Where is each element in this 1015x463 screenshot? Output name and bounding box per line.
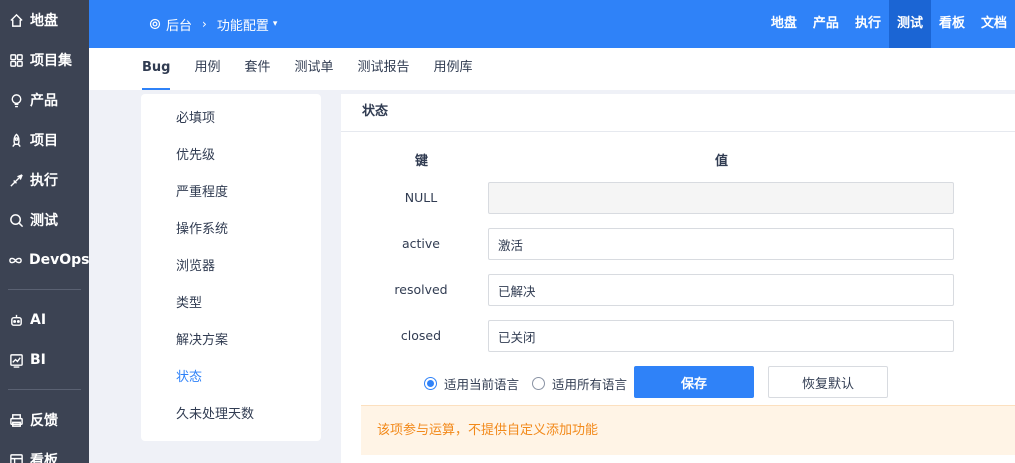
lightbulb-icon (8, 92, 24, 108)
nav-item-devops[interactable]: DevOps (0, 240, 90, 280)
nav-group-main: 地盘 项目集 产品 项目 执行 测试 DevOps (0, 0, 90, 280)
side-item-severity[interactable]: 严重程度 (141, 174, 321, 211)
save-button[interactable]: 保存 (634, 366, 754, 398)
topnav-item-execution[interactable]: 执行 (847, 0, 889, 48)
nav-group-ai: AI BI (0, 300, 89, 380)
infinity-icon (8, 252, 23, 268)
nav-item-label: 项目 (30, 133, 58, 149)
nav-group-misc: 反馈 看板 (0, 400, 89, 463)
breadcrumb-current[interactable]: 功能配置 (217, 15, 269, 34)
nav-item-project[interactable]: 项目 (0, 120, 89, 160)
nav-item-label: BI (30, 352, 46, 368)
breadcrumb-separator: › (202, 17, 207, 31)
nav-item-label: 测试 (30, 213, 58, 229)
table-row: NULL (341, 182, 1015, 216)
rocket-icon (8, 132, 24, 148)
radio-current-language[interactable]: 适用当前语言 (424, 374, 519, 393)
nav-item-feedback[interactable]: 反馈 (0, 400, 89, 440)
table-row: closed (341, 320, 1015, 354)
radio-label: 适用所有语言 (552, 377, 628, 392)
nav-item-label: 反馈 (30, 413, 58, 429)
radio-checked-icon (424, 377, 437, 390)
tab-suite[interactable]: 套件 (245, 48, 271, 90)
config-side-menu: 必填项 优先级 严重程度 操作系统 浏览器 类型 解决方案 状态 久未处理天数 (141, 94, 321, 441)
side-item-status[interactable]: 状态 (141, 359, 321, 396)
tab-bug[interactable]: Bug (142, 48, 171, 90)
topnav-item-kanban[interactable]: 看板 (931, 0, 973, 48)
grid-icon (8, 52, 24, 68)
side-item-priority[interactable]: 优先级 (141, 137, 321, 174)
nav-item-execution[interactable]: 执行 (0, 160, 89, 200)
nav-item-programs[interactable]: 项目集 (0, 40, 89, 80)
side-item-browser[interactable]: 浏览器 (141, 248, 321, 285)
row-value-input[interactable] (488, 274, 954, 306)
board-icon (8, 452, 24, 463)
robot-icon (8, 312, 24, 328)
row-key: closed (400, 328, 442, 343)
top-nav: 地盘 产品 执行 测试 看板 文档 (763, 0, 1015, 48)
nav-item-label: 产品 (30, 93, 58, 109)
topnav-item-my[interactable]: 地盘 (763, 0, 805, 48)
nav-item-test[interactable]: 测试 (0, 200, 89, 240)
side-item-long-unhandled-days[interactable]: 久未处理天数 (141, 396, 321, 433)
radio-all-languages[interactable]: 适用所有语言 (532, 374, 627, 393)
breadcrumb: 后台 › 功能配置 ▾ (149, 0, 277, 48)
panel-title: 状态 (341, 94, 1015, 132)
form-actions: 适用当前语言 适用所有语言 保存 恢复默认 (341, 366, 1015, 398)
home-icon (8, 12, 24, 28)
table-row: resolved (341, 274, 1015, 308)
nav-divider (8, 289, 81, 290)
nav-item-ai[interactable]: AI (0, 300, 89, 340)
reset-default-button[interactable]: 恢复默认 (768, 366, 888, 398)
side-item-resolution[interactable]: 解决方案 (141, 322, 321, 359)
tab-testcase[interactable]: 用例 (194, 48, 220, 90)
top-header: 后台 › 功能配置 ▾ 地盘 产品 执行 测试 看板 文档 (89, 0, 1015, 48)
side-item-os[interactable]: 操作系统 (141, 211, 321, 248)
nav-item-dashboard[interactable]: 地盘 (0, 0, 89, 40)
row-value-input[interactable] (488, 320, 954, 352)
side-item-type[interactable]: 类型 (141, 285, 321, 322)
notice-banner: 该项参与运算，不提供自定义添加功能 (361, 405, 1015, 455)
gear-icon (149, 18, 161, 30)
tab-caselib[interactable]: 用例库 (434, 48, 473, 90)
nav-divider (8, 389, 81, 390)
printer-icon (8, 412, 24, 428)
tab-testtask[interactable]: 测试单 (295, 48, 334, 90)
main-panel: 状态 键 值 NULL active resolved closed 适用当前语… (341, 94, 1015, 463)
row-value-input[interactable] (488, 228, 954, 260)
row-key: NULL (404, 190, 438, 205)
nav-item-bi[interactable]: BI (0, 340, 89, 380)
table-row: active (341, 228, 1015, 262)
nav-item-label: 地盘 (30, 13, 58, 29)
topnav-item-doc[interactable]: 文档 (973, 0, 1015, 48)
nav-item-kanban[interactable]: 看板 (0, 440, 89, 463)
left-sidebar: 地盘 项目集 产品 项目 执行 测试 DevOps AI BI 反馈 看板 (0, 0, 90, 463)
nav-item-label: AI (30, 312, 47, 328)
nav-item-label: 执行 (30, 173, 58, 189)
radio-label: 适用当前语言 (444, 377, 520, 392)
chart-icon (8, 352, 24, 368)
row-key: resolved (394, 282, 448, 297)
search-icon (8, 212, 24, 228)
nav-item-label: 项目集 (30, 53, 72, 69)
tab-testreport[interactable]: 测试报告 (358, 48, 410, 90)
nav-item-product[interactable]: 产品 (0, 80, 89, 120)
send-icon (8, 172, 24, 188)
column-header-value: 值 (715, 154, 729, 169)
row-value-input (488, 182, 954, 214)
breadcrumb-root[interactable]: 后台 (166, 15, 192, 34)
column-header-key: 键 (415, 154, 429, 169)
topnav-item-test[interactable]: 测试 (888, 0, 931, 48)
row-key: active (402, 236, 440, 251)
nav-item-label: 看板 (30, 453, 58, 463)
sub-nav: Bug 用例 套件 测试单 测试报告 用例库 (89, 48, 1015, 90)
chevron-down-icon[interactable]: ▾ (273, 19, 278, 29)
topnav-item-product[interactable]: 产品 (805, 0, 847, 48)
nav-item-label: DevOps (29, 252, 90, 268)
radio-unchecked-icon (532, 377, 545, 390)
side-item-required[interactable]: 必填项 (141, 100, 321, 137)
